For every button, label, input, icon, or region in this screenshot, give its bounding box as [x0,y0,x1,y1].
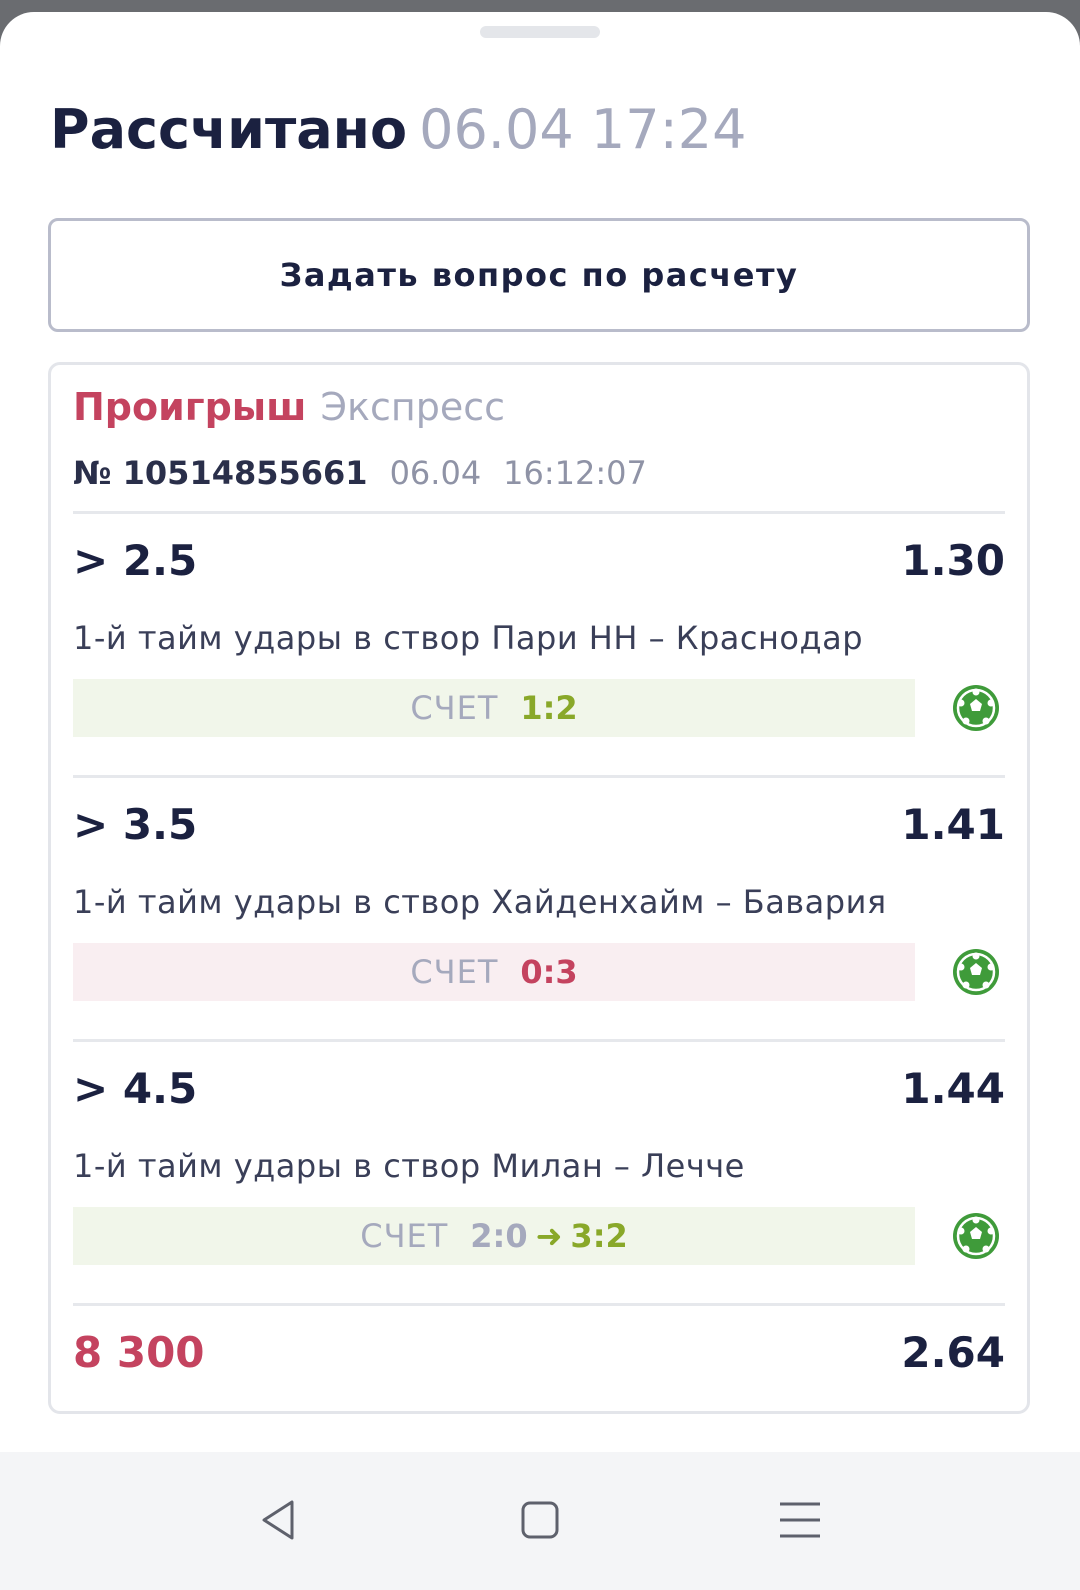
score-value-before: 2:0 [470,1217,528,1255]
page-title: Рассчитано 06.04 17:24 [50,100,746,173]
divider [73,1303,1005,1306]
selection-description: 1-й тайм удары в створ Хайденхайм – Бава… [73,883,887,921]
score-value: 1:2 [520,689,578,727]
settlement-title: Рассчитано [50,98,408,161]
divider [73,1039,1005,1042]
score-bar: СЧЕТ 2:0 ➜ 3:2 [73,1207,915,1265]
bet-time: 16:12:07 [503,454,647,492]
back-triangle-icon[interactable] [250,1490,310,1550]
selection-outcome: > 2.5 [73,536,198,585]
selection-outcome: > 3.5 [73,800,198,849]
score-label: СЧЕТ [360,1217,449,1255]
bet-status-row: Проигрыш Экспресс [73,381,505,433]
selection-odds: 1.44 [901,1064,1005,1113]
bet-date: 06.04 [389,454,482,492]
sheet-drag-handle[interactable] [480,26,600,38]
score-value-after: 3:2 [570,1217,628,1255]
bet-status: Проигрыш [73,385,307,429]
selection-description: 1-й тайм удары в створ Милан – Лечче [73,1147,745,1185]
bet-type: Экспресс [320,385,506,429]
score-label: СЧЕТ [410,689,499,727]
divider [73,511,1005,514]
bet-card: Проигрыш Экспресс № 10514855661 06.04 16:12… [48,362,1030,1414]
soccer-ball-icon [953,685,999,731]
selection-outcome: > 4.5 [73,1064,198,1113]
bottom-sheet: Рассчитано 06.04 17:24 Задать вопрос по р… [0,12,1080,1590]
menu-lines-icon[interactable] [770,1490,830,1550]
bet-selection: > 3.5 1.41 1-й тайм удары в створ Хайден… [73,779,1005,1019]
soccer-ball-icon [953,1213,999,1259]
total-odds: 2.64 [901,1328,1005,1377]
bet-stake: 8 300 [73,1328,205,1377]
home-square-icon[interactable] [510,1490,570,1550]
score-value: 0:3 [520,953,578,991]
selection-description: 1-й тайм удары в створ Пари НН – Краснод… [73,619,864,657]
bet-summary-row: 8 300 2.64 [73,1323,1005,1383]
arrow-right-icon: ➜ [535,1217,563,1255]
settlement-datetime: 06.04 17:24 [419,98,747,161]
bet-number: № 10514855661 [73,454,368,492]
score-bar: СЧЕТ 0:3 [73,943,915,1001]
score-bar: СЧЕТ 1:2 [73,679,915,737]
selection-odds: 1.41 [901,800,1005,849]
bet-selection: > 4.5 1.44 1-й тайм удары в створ Милан … [73,1043,1005,1283]
bet-selection: > 2.5 1.30 1-й тайм удары в створ Пари Н… [73,515,1005,755]
score-label: СЧЕТ [410,953,499,991]
selection-odds: 1.30 [901,536,1005,585]
divider [73,775,1005,778]
ask-settlement-question-button[interactable]: Задать вопрос по расчету [48,218,1030,332]
soccer-ball-icon [953,949,999,995]
bet-number-row: № 10514855661 06.04 16:12:07 [73,451,647,495]
system-navigation-bar [0,1452,1080,1590]
